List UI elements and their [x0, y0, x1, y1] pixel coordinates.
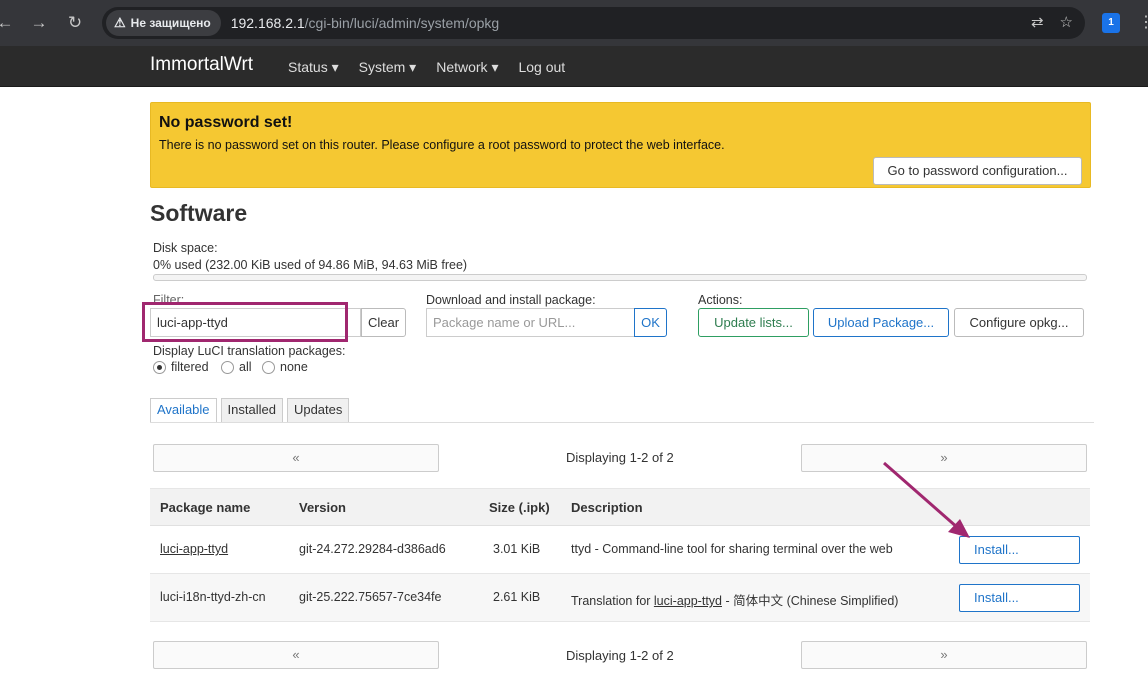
menu-status[interactable]: Status ▾	[288, 59, 339, 76]
password-config-button[interactable]: Go to password configuration...	[873, 157, 1082, 185]
radio-dot-filtered[interactable]	[153, 360, 166, 374]
install-button[interactable]: Install...	[959, 536, 1080, 564]
package-description: Translation for luci-app-ttyd - 简体中文 (Ch…	[571, 590, 898, 609]
col-description: Description	[571, 500, 643, 515]
extension-badge: 1	[1108, 17, 1114, 28]
pager-next-top[interactable]: »	[801, 444, 1087, 472]
pager-status-bottom: Displaying 1-2 of 2	[566, 648, 674, 663]
menu-network[interactable]: Network ▾	[436, 59, 498, 76]
pager-status-top: Displaying 1-2 of 2	[566, 450, 674, 465]
clear-button[interactable]: Clear	[361, 308, 406, 337]
radio-none[interactable]: none	[262, 360, 308, 374]
menu-system[interactable]: System ▾	[359, 59, 417, 76]
extension-icon[interactable]: 1	[1102, 13, 1120, 33]
filter-highlight-annotation	[142, 302, 348, 342]
translation-label: Display LuCI translation packages:	[153, 344, 346, 358]
main-menu: Status ▾ System ▾ Network ▾ Log out	[288, 59, 565, 76]
col-package-name: Package name	[160, 500, 251, 515]
package-version: git-24.272.29284-d386ad6	[299, 542, 446, 556]
description-text: ttyd - Command-line tool for sharing ter…	[571, 542, 893, 556]
url-host: 192.168.2.1	[230, 15, 305, 31]
disk-usage-bar	[153, 274, 1087, 281]
url-path: /cgi-bin/luci/admin/system/opkg	[304, 15, 500, 31]
address-bar[interactable]: ⚠ Не защищено 192.168.2.1/cgi-bin/luci/a…	[102, 7, 1085, 39]
package-version: git-25.222.75657-7ce34fe	[299, 590, 442, 604]
pager-next-bottom[interactable]: »	[801, 641, 1087, 669]
luci-header: ImmortalWrt Status ▾ System ▾ Network ▾ …	[0, 46, 1148, 87]
radio-label-all: all	[239, 360, 252, 374]
description-suffix: - 简体中文 (Chinese Simplified)	[722, 594, 899, 608]
security-label: Не защищено	[130, 16, 211, 30]
description-link[interactable]: luci-app-ttyd	[654, 594, 722, 608]
bookmark-star-icon[interactable]: ☆	[1060, 13, 1073, 31]
update-lists-button[interactable]: Update lists...	[698, 308, 809, 337]
package-size: 3.01 KiB	[493, 542, 541, 556]
ok-button[interactable]: OK	[634, 308, 667, 337]
actions-label: Actions:	[698, 293, 743, 307]
alert-text: There is no password set on this router.…	[159, 138, 725, 152]
package-tabs: Available Installed Updates	[150, 398, 350, 422]
radio-dot-all[interactable]	[221, 360, 234, 374]
url-text[interactable]: 192.168.2.1/cgi-bin/luci/admin/system/op…	[231, 15, 500, 31]
radio-all[interactable]: all	[221, 360, 252, 374]
col-version: Version	[299, 500, 346, 515]
brand-logo[interactable]: ImmortalWrt	[150, 54, 253, 76]
browser-toolbar: ← → ↻ ⚠ Не защищено 192.168.2.1/cgi-bin/…	[0, 0, 1148, 46]
back-icon[interactable]: ←	[0, 12, 16, 34]
radio-label-filtered: filtered	[171, 360, 209, 374]
tab-divider	[150, 422, 1094, 423]
install-button[interactable]: Install...	[959, 584, 1080, 612]
package-url-input[interactable]: Package name or URL...	[426, 308, 635, 337]
browser-menu-icon[interactable]: ⋮	[1138, 12, 1148, 32]
tab-installed[interactable]: Installed	[220, 398, 283, 422]
alert-title: No password set!	[159, 114, 293, 131]
disk-space-label: Disk space:	[153, 241, 218, 255]
pager-prev-bottom[interactable]: «	[153, 641, 439, 669]
warning-icon: ⚠	[114, 15, 126, 30]
forward-icon[interactable]: →	[28, 12, 50, 34]
radio-filtered[interactable]: filtered	[153, 360, 209, 374]
table-row: luci-i18n-ttyd-zh-cn git-25.222.75657-7c…	[150, 574, 1090, 622]
tab-available[interactable]: Available	[150, 398, 217, 422]
package-description: ttyd - Command-line tool for sharing ter…	[571, 542, 893, 556]
col-size: Size (.ipk)	[489, 500, 550, 515]
table-header: Package name Version Size (.ipk) Descrip…	[150, 488, 1090, 526]
reload-icon[interactable]: ↻	[64, 12, 86, 34]
download-label: Download and install package:	[426, 293, 596, 307]
package-name-link[interactable]: luci-app-ttyd	[160, 542, 228, 556]
tab-updates[interactable]: Updates	[286, 398, 350, 422]
description-text: Translation for	[571, 594, 654, 608]
disk-space-value: 0% used (232.00 KiB used of 94.86 MiB, 9…	[153, 258, 468, 272]
menu-logout[interactable]: Log out	[518, 59, 565, 76]
package-size: 2.61 KiB	[493, 590, 541, 604]
package-name: luci-i18n-ttyd-zh-cn	[160, 590, 266, 604]
upload-package-button[interactable]: Upload Package...	[813, 308, 949, 337]
translate-icon[interactable]: ⇄	[1031, 13, 1044, 31]
configure-opkg-button[interactable]: Configure opkg...	[954, 308, 1084, 337]
security-chip[interactable]: ⚠ Не защищено	[106, 10, 221, 36]
radio-label-none: none	[280, 360, 308, 374]
pager-prev-top[interactable]: «	[153, 444, 439, 472]
table-row: luci-app-ttyd git-24.272.29284-d386ad6 3…	[150, 526, 1090, 574]
no-password-alert: No password set! There is no password se…	[150, 102, 1091, 188]
page-title: Software	[150, 200, 248, 226]
radio-dot-none[interactable]	[262, 360, 275, 374]
